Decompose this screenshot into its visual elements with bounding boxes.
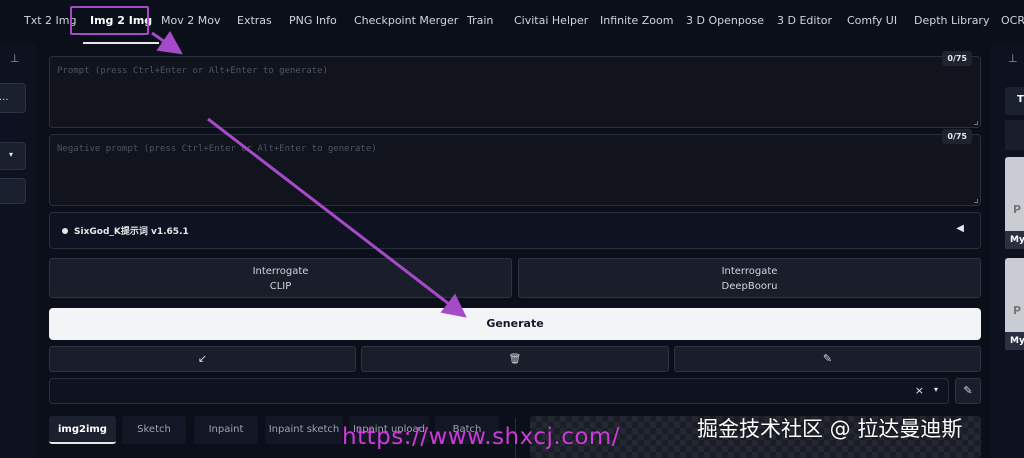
tab-train[interactable]: Train — [467, 0, 493, 44]
send-back-button[interactable]: ↙ — [49, 346, 356, 372]
subtab-inpaint-sketch[interactable]: Inpaint sketch — [265, 416, 343, 444]
lora-card[interactable]: P My — [1005, 157, 1024, 249]
magic-wand-icon: ✎ — [822, 352, 833, 365]
sixgod-extension-accordion[interactable]: SixGod_K提示词 v1.65.1 ◀ — [49, 212, 981, 249]
main-tab-bar: Txt 2 Img Img 2 Img Mov 2 Mov Extras PNG… — [0, 0, 1024, 44]
arrow-down-left-icon: ↙ — [197, 352, 208, 365]
subtab-img2img[interactable]: img2img — [49, 416, 116, 444]
tab-3d-openpose[interactable]: 3 D Openpose — [686, 0, 764, 44]
apply-style-button[interactable]: ✎ — [674, 346, 981, 372]
tab-comfy-ui[interactable]: Comfy UI — [847, 0, 897, 44]
juejin-watermark: 掘金技术社区 @ 拉达曼迪斯 — [697, 417, 963, 441]
subtab-sketch[interactable]: Sketch — [122, 416, 186, 444]
negative-prompt-textarea[interactable]: Negative prompt (press Ctrl+Enter or Alt… — [49, 129, 981, 206]
caret-down-icon: ▾ — [8, 150, 13, 159]
interrogate-deepbooru-button[interactable]: Interrogate DeepBooru — [518, 258, 981, 298]
tab-mov2mov[interactable]: Mov 2 Mov — [161, 0, 220, 44]
tab-highlight-box — [70, 6, 149, 35]
right-pin-icon[interactable]: ⊥ — [1008, 52, 1018, 65]
tab-civitai-helper[interactable]: Civitai Helper — [514, 0, 588, 44]
url-watermark: https://www.shxcj.com/ — [342, 424, 621, 450]
negative-prompt-placeholder: Negative prompt (press Ctrl+Enter or Alt… — [57, 144, 377, 154]
prompt-textarea[interactable]: Prompt (press Ctrl+Enter or Alt+Enter to… — [49, 51, 981, 128]
edit-icon: ✎ — [963, 384, 973, 397]
card-caption: My — [1005, 332, 1024, 350]
tab-txt2img[interactable]: Txt 2 Img — [24, 0, 76, 44]
tab-depth-library[interactable]: Depth Library — [914, 0, 989, 44]
tab-png-info[interactable]: PNG Info — [289, 0, 337, 44]
pin-icon[interactable]: ⊥ — [10, 52, 20, 65]
left-sidebar-field[interactable] — [0, 178, 26, 204]
trash-icon: 🗑 — [508, 354, 522, 365]
generate-button[interactable]: Generate — [49, 308, 981, 340]
left-sidebar-item[interactable]: ... — [0, 83, 26, 113]
subtab-inpaint[interactable]: Inpaint — [194, 416, 258, 444]
tab-3d-editor[interactable]: 3 D Editor — [777, 0, 832, 44]
left-sidebar-dropdown[interactable]: ▾ — [0, 142, 26, 170]
chevron-down-icon[interactable]: ▾ — [934, 385, 938, 394]
resize-handle-icon[interactable] — [974, 199, 978, 203]
clear-icon[interactable]: × — [915, 384, 924, 397]
tab-extras[interactable]: Extras — [237, 0, 272, 44]
card-caption: My — [1005, 231, 1024, 249]
caret-left-icon[interactable]: ◀ — [956, 223, 964, 234]
right-panel-tab[interactable]: T — [1005, 87, 1024, 115]
tab-checkpoint-merger[interactable]: Checkpoint Merger — [354, 0, 458, 44]
prompt-token-counter: 0/75 — [942, 51, 972, 66]
clear-prompt-button[interactable]: 🗑 — [361, 346, 669, 372]
interrogate-clip-button[interactable]: Interrogate CLIP — [49, 258, 512, 298]
styles-dropdown[interactable]: × ▾ — [49, 378, 949, 404]
right-panel-field[interactable] — [1005, 120, 1024, 150]
prompt-placeholder: Prompt (press Ctrl+Enter or Alt+Enter to… — [57, 66, 328, 76]
tab-infinite-zoom[interactable]: Infinite Zoom — [600, 0, 673, 44]
negative-prompt-token-counter: 0/75 — [942, 129, 972, 144]
lora-card[interactable]: P My — [1005, 258, 1024, 350]
card-thumbnail-letter: P — [1013, 203, 1022, 216]
bullet-icon — [62, 228, 68, 234]
tab-ocr[interactable]: OCR — [1001, 0, 1024, 44]
resize-handle-icon[interactable] — [974, 121, 978, 125]
accordion-title: SixGod_K提示词 v1.65.1 — [74, 227, 189, 237]
edit-styles-button[interactable]: ✎ — [955, 378, 981, 404]
card-thumbnail-letter: P — [1013, 304, 1022, 317]
